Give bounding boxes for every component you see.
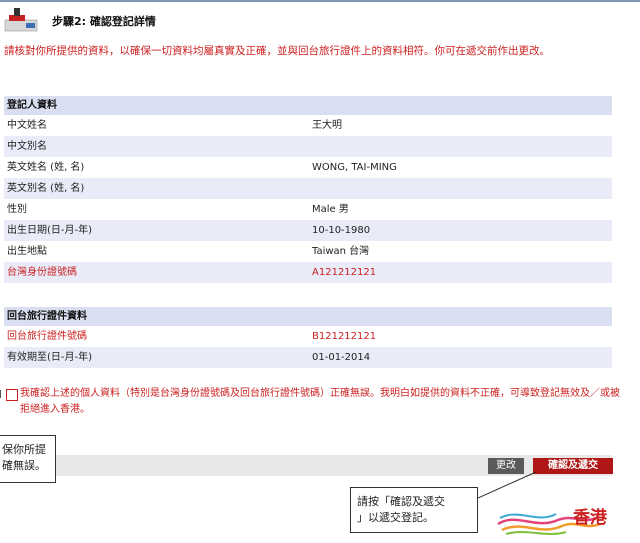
table-row: 出生地點 Taiwan 台灣 [4,241,612,262]
callout-left-line: 確無誤。 [2,459,46,472]
row-label: 英文別名 (姓, 名) [7,183,85,194]
row-value: A121212121 [312,267,377,278]
row-label: 出生地點 [7,246,47,257]
row-label: 出生日期(日-月-年) [7,225,93,236]
row-label: 英文姓名 (姓, 名) [7,162,85,173]
instruction-text: 請核對你所提供的資料，以確保一切資料均屬真實及正確，並與回台旅行證件上的資料相符… [4,45,550,57]
table-row: 回台旅行證件號碼 B121212121 [4,326,612,347]
row-value: WONG, TAI-MING [312,162,397,173]
registration-stamp-icon [4,8,38,32]
row-value: 10-10-1980 [312,225,371,236]
table-row: 英文別名 (姓, 名) [4,178,612,199]
table-row: 中文姓名 王大明 [4,115,612,136]
callout-right-line: 請按「確認及遞交 [357,495,445,508]
row-label: 中文姓名 [7,120,47,131]
callout-right-line: 」以遞交登記。 [357,511,434,524]
table-row: 出生日期(日-月-年) 10-10-1980 [4,220,612,241]
callout-left: 保你所提 確無誤。 [0,435,56,483]
registrant-section: 登記人資料 中文姓名 王大明 中文別名 英文姓名 (姓, 名) WONG, TA… [4,96,612,283]
row-value: 01-01-2014 [312,352,371,363]
table-row: 台灣身份證號碼 A121212121 [4,262,612,283]
callout-left-line: 保你所提 [2,443,46,456]
confirm-checkbox[interactable] [6,389,18,401]
row-value: 王大明 [312,120,342,131]
travel-document-heading: 回台旅行證件資料 [4,307,612,326]
row-value [312,178,612,199]
table-row: 英文姓名 (姓, 名) WONG, TAI-MING [4,157,612,178]
row-label: 性別 [7,204,27,215]
travel-document-section: 回台旅行證件資料 回台旅行證件號碼 B121212121 有效期至(日-月-年)… [4,307,612,368]
row-value [312,136,612,157]
callout-connector [0,390,5,398]
table-row: 中文別名 [4,136,612,157]
confirm-submit-button[interactable]: 確認及遞交 [533,458,613,474]
top-border [0,0,640,2]
brand-text: 香港 [573,508,607,528]
row-value: Male 男 [312,204,349,215]
registrant-heading: 登記人資料 [4,96,612,115]
page-title: 步驟2: 確認登記詳情 [52,15,156,28]
table-row: 有效期至(日-月-年) 01-01-2014 [4,347,612,368]
row-value: B121212121 [312,331,377,342]
row-label: 中文別名 [7,141,47,152]
callout-right: 請按「確認及遞交 」以遞交登記。 [350,487,478,533]
table-row: 性別 Male 男 [4,199,612,220]
declaration-text: 我確認上述的個人資料（特別是台灣身份證號碼及回台旅行證件號碼）正確無誤。我明白如… [20,388,620,415]
row-label: 回台旅行證件號碼 [7,331,87,342]
row-label: 有效期至(日-月-年) [7,352,93,363]
brand-logo-icon [497,513,601,535]
row-label: 台灣身份證號碼 [7,267,77,278]
row-value: Taiwan 台灣 [312,246,370,257]
